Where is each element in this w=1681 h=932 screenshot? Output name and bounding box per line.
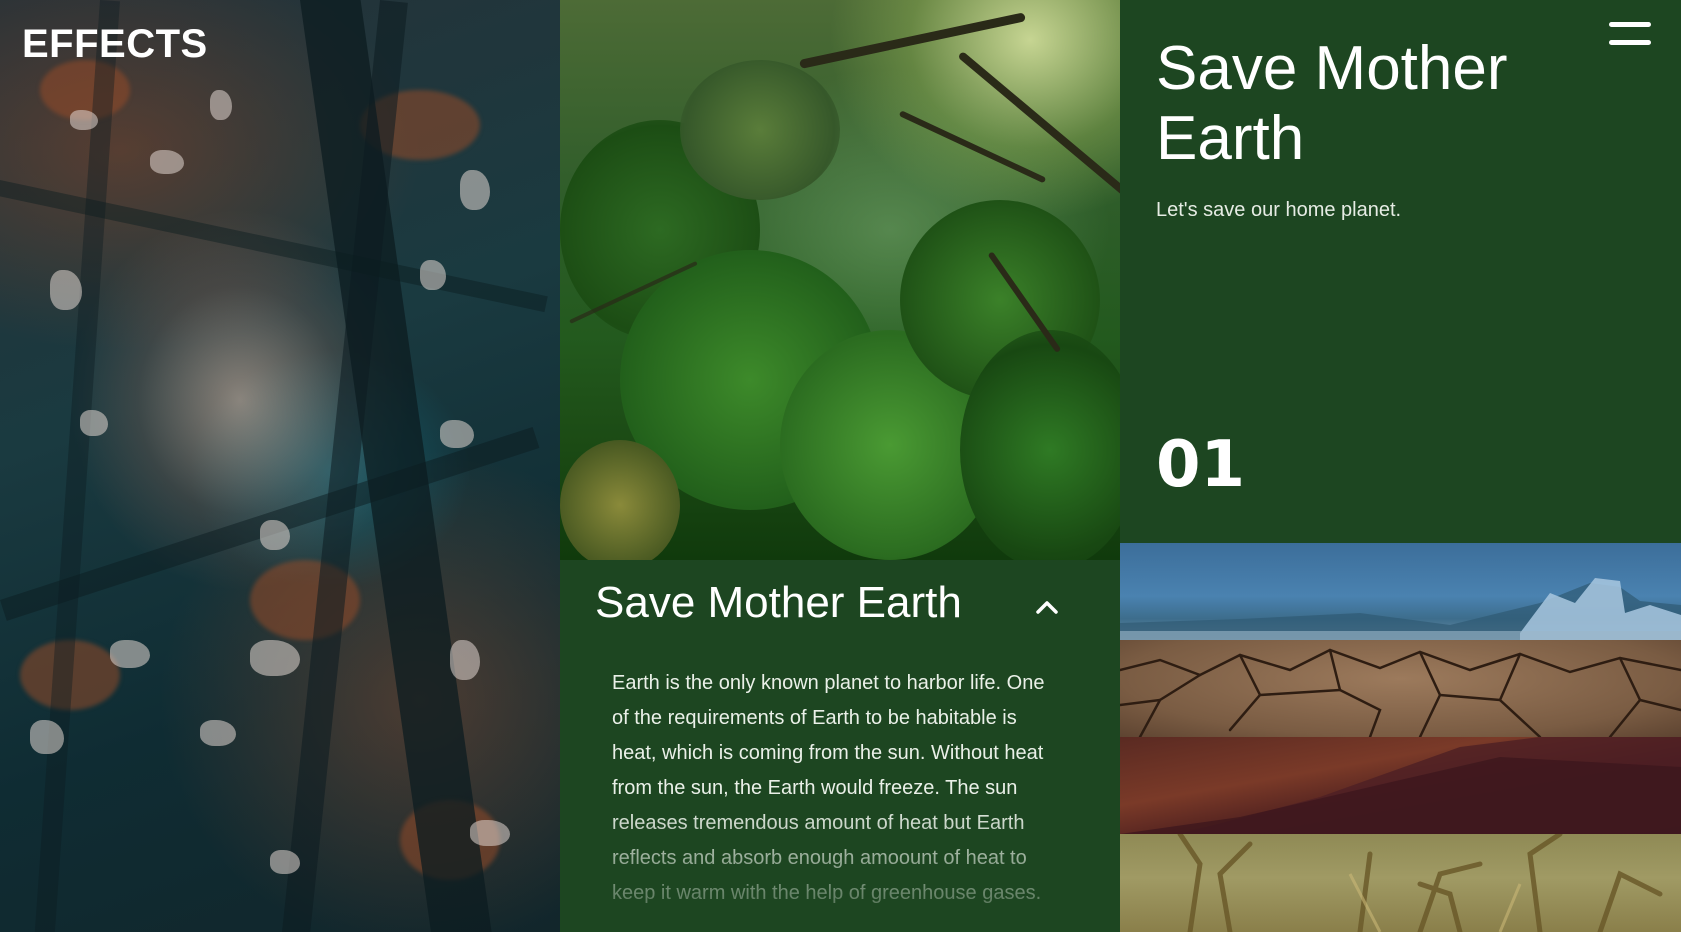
glacier-sky-thumbnail[interactable]: [1120, 543, 1681, 640]
background-forest-image: EFFECTS: [0, 0, 560, 932]
hamburger-menu-icon[interactable]: [1609, 22, 1651, 48]
slide-info-panel: Save Mother Earth Let's save our home pl…: [1120, 0, 1681, 543]
red-hill-thumbnail[interactable]: [1120, 737, 1681, 834]
dry-cornfield-thumbnail[interactable]: [1120, 834, 1681, 932]
rainforest-image: [560, 0, 1120, 570]
right-column: Save Mother Earth Let's save our home pl…: [1120, 0, 1681, 932]
slide-number: 01: [1156, 428, 1246, 502]
cracked-earth-thumbnail[interactable]: [1120, 640, 1681, 737]
feature-accordion: Save Mother Earth Earth is the only know…: [560, 560, 1120, 932]
chevron-up-icon[interactable]: [1032, 592, 1062, 622]
brand-logo[interactable]: EFFECTS: [22, 22, 208, 67]
middle-column: Save Mother Earth Earth is the only know…: [560, 0, 1120, 932]
accordion-title[interactable]: Save Mother Earth: [595, 578, 962, 628]
slide-title: Save Mother Earth: [1156, 34, 1508, 173]
slide-subtitle: Let's save our home planet.: [1156, 199, 1402, 221]
accordion-body-text: Earth is the only known planet to harbor…: [612, 672, 1045, 904]
